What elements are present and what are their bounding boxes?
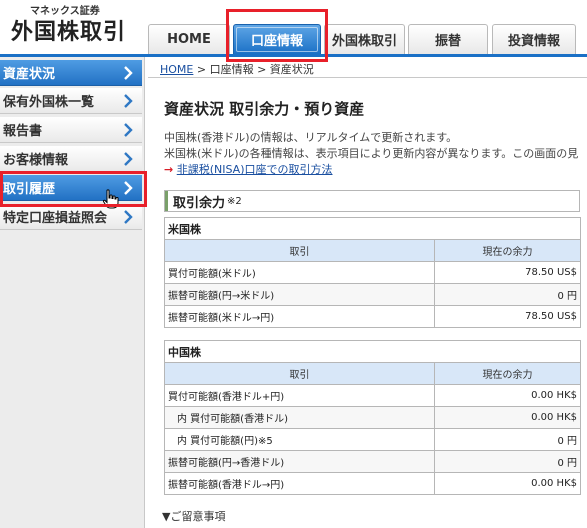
chevron-right-icon <box>119 179 137 197</box>
row-value: 78.50 US$ <box>434 261 581 284</box>
page-title: 資産状況 取引余力・預り資産 <box>164 100 365 118</box>
row-label: 振替可能額(円→米ドル) <box>164 283 435 306</box>
chevron-right-icon <box>119 208 137 226</box>
row-label: 振替可能額(円→香港ドル) <box>164 450 435 473</box>
sidebar-item-foreign-holdings[interactable]: 保有外国株一覧 <box>0 88 142 114</box>
row-value: 0.00 HK$ <box>434 472 581 495</box>
sidebar-item-label: 取引履歴 <box>3 182 56 197</box>
cn-stock-capacity-table: 中国株 取引 現在の余力 買付可能額(香港ドル+円) 0.00 HK$ 内 買付… <box>164 340 581 495</box>
sidebar: 資産状況 保有外国株一覧 報告書 お客様情報 取引履歴 特定口座損益照会 <box>0 57 145 528</box>
column-header-balance: 現在の余力 <box>434 239 581 262</box>
row-value: 0 円 <box>434 283 581 306</box>
app-header: マネックス証券 外国株取引 HOME 口座情報 外国株取引 振替 投資情報 <box>0 0 587 54</box>
us-stock-capacity-table: 米国株 取引 現在の余力 買付可能額(米ドル) 78.50 US$ 振替可能額(… <box>164 217 581 328</box>
row-value: 0 円 <box>434 428 581 451</box>
row-value: 0.00 HK$ <box>434 406 581 429</box>
sidebar-item-tax-account-pl[interactable]: 特定口座損益照会 <box>0 204 142 230</box>
row-value: 78.50 US$ <box>434 305 581 328</box>
nisa-link[interactable]: 非課税(NISA)口座での取引方法 <box>177 163 333 176</box>
chevron-right-icon <box>119 64 137 82</box>
notes-toggle[interactable]: ▼ご留意事項 <box>162 508 225 524</box>
section-title: 取引余力 <box>173 195 226 211</box>
breadcrumb: HOME > 口座情報 > 資産状況 <box>160 61 314 77</box>
hand-cursor-icon <box>102 189 120 209</box>
info-note-us: 米国株(米ドル)の各種情報は、表示項目により更新内容が異なります。この画面の見 <box>164 147 579 160</box>
table-row: 振替可能額(米ドル→円) 78.50 US$ <box>164 305 581 328</box>
breadcrumb-separator: > <box>196 63 207 76</box>
row-label: 内 買付可能額(円)※5 <box>164 428 435 451</box>
table-row: 内 買付可能額(香港ドル) 0.00 HK$ <box>164 406 581 429</box>
chevron-right-icon <box>119 92 137 110</box>
breadcrumb-current: 口座情報 > 資産状況 <box>209 63 314 76</box>
sidebar-item-label: 保有外国株一覧 <box>3 95 95 110</box>
sidebar-item-trade-history[interactable]: 取引履歴 <box>0 175 142 201</box>
section-footnote-mark: ※2 <box>227 195 242 207</box>
row-value: 0 円 <box>434 450 581 473</box>
table-row: 振替可能額(円→香港ドル) 0 円 <box>164 450 581 473</box>
table-market-title: 米国株 <box>164 217 581 240</box>
chevron-right-icon <box>119 150 137 168</box>
row-label: 買付可能額(米ドル) <box>164 261 435 284</box>
table-row: 買付可能額(香港ドル+円) 0.00 HK$ <box>164 384 581 407</box>
table-market-title: 中国株 <box>164 340 581 363</box>
column-header-trade: 取引 <box>164 362 435 385</box>
table-row: 振替可能額(香港ドル→円) 0.00 HK$ <box>164 472 581 495</box>
sidebar-item-reports[interactable]: 報告書 <box>0 117 142 143</box>
column-header-trade: 取引 <box>164 239 435 262</box>
sidebar-item-customer-info[interactable]: お客様情報 <box>0 146 142 172</box>
info-note-hk: 中国株(香港ドル)の情報は、リアルタイムで更新されます。 <box>164 131 458 144</box>
app-title: 外国株取引 <box>11 20 127 45</box>
arrow-right-icon: → <box>164 163 174 176</box>
sidebar-item-label: お客様情報 <box>3 153 69 168</box>
row-value: 0.00 HK$ <box>434 384 581 407</box>
table-row: 振替可能額(円→米ドル) 0 円 <box>164 283 581 306</box>
tab-home[interactable]: HOME <box>148 24 230 54</box>
tab-investment-info[interactable]: 投資情報 <box>492 24 576 54</box>
table-row: 内 買付可能額(円)※5 0 円 <box>164 428 581 451</box>
main-content: HOME > 口座情報 > 資産状況 資産状況 取引余力・預り資産 中国株(香港… <box>148 57 587 528</box>
breadcrumb-home[interactable]: HOME <box>160 63 193 76</box>
nisa-link-row: → 非課税(NISA)口座での取引方法 <box>164 161 333 177</box>
table-row: 買付可能額(米ドル) 78.50 US$ <box>164 261 581 284</box>
sidebar-item-asset-status[interactable]: 資産状況 <box>0 60 142 86</box>
breadcrumb-divider <box>148 77 587 78</box>
column-header-balance: 現在の余力 <box>434 362 581 385</box>
tab-transfer[interactable]: 振替 <box>408 24 488 54</box>
tab-foreign-stock-trading[interactable]: 外国株取引 <box>324 24 405 54</box>
row-label: 内 買付可能額(香港ドル) <box>164 406 435 429</box>
row-label: 振替可能額(米ドル→円) <box>164 305 435 328</box>
row-label: 買付可能額(香港ドル+円) <box>164 384 435 407</box>
row-label: 振替可能額(香港ドル→円) <box>164 472 435 495</box>
section-heading-trading-capacity: 取引余力 ※2 <box>164 190 580 212</box>
tab-account-info[interactable]: 口座情報 <box>233 24 321 54</box>
sidebar-item-label: 特定口座損益照会 <box>3 211 108 226</box>
chevron-right-icon <box>119 121 137 139</box>
sidebar-item-label: 報告書 <box>3 124 43 139</box>
sidebar-item-label: 資産状況 <box>3 67 56 82</box>
